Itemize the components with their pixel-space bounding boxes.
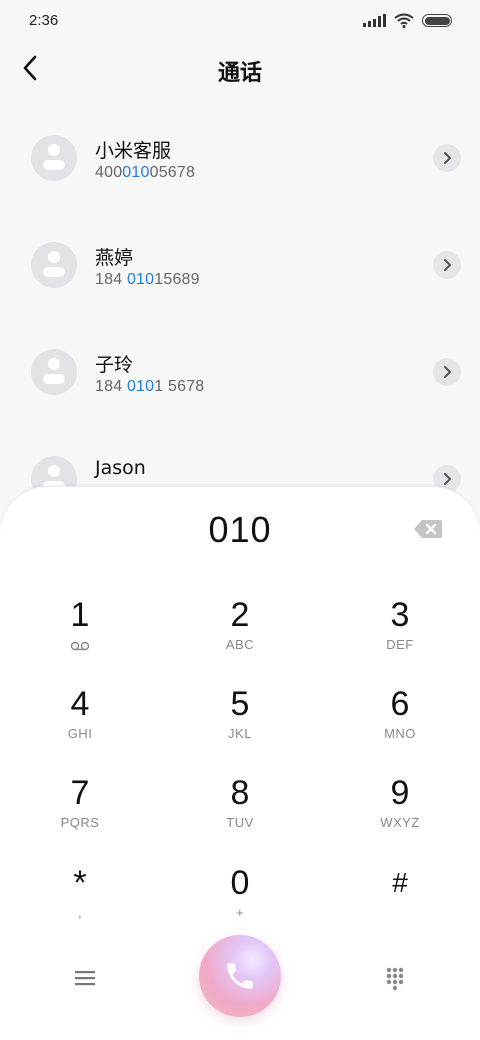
phone-icon bbox=[227, 963, 253, 989]
key-0[interactable]: 0 + bbox=[185, 863, 295, 943]
menu-button[interactable] bbox=[68, 963, 102, 993]
backspace-icon bbox=[414, 520, 442, 538]
contact-name: 子玲 bbox=[95, 354, 134, 376]
number-match: 010 bbox=[126, 378, 155, 395]
avatar bbox=[31, 242, 77, 288]
avatar bbox=[31, 135, 77, 181]
keypad-toggle-button[interactable] bbox=[378, 962, 412, 996]
menu-icon bbox=[75, 971, 95, 986]
key-star[interactable]: * , bbox=[25, 863, 135, 943]
keypad-icon bbox=[386, 967, 404, 991]
wifi-icon bbox=[394, 13, 414, 28]
contact-detail-button[interactable] bbox=[433, 358, 461, 386]
contact-detail-button[interactable] bbox=[433, 144, 461, 172]
dial-input[interactable]: 010 bbox=[0, 509, 480, 551]
contact-detail-button[interactable] bbox=[433, 251, 461, 279]
status-time: 2:36 bbox=[29, 12, 59, 29]
chevron-right-icon bbox=[444, 259, 451, 271]
key-6[interactable]: 6 MNO bbox=[345, 684, 455, 764]
key-7[interactable]: 7 PQRS bbox=[25, 773, 135, 853]
battery-icon bbox=[422, 14, 452, 27]
call-button[interactable] bbox=[199, 935, 281, 1017]
number-match: 010 bbox=[126, 271, 155, 288]
delete-button[interactable] bbox=[413, 519, 443, 539]
number-match: 010 bbox=[122, 164, 150, 181]
contact-name: 小米客服 bbox=[95, 140, 172, 162]
key-3[interactable]: 3 DEF bbox=[345, 595, 455, 675]
voicemail-icon bbox=[70, 641, 90, 651]
signal-icon bbox=[363, 14, 386, 27]
chevron-right-icon bbox=[444, 366, 451, 378]
status-bar: 2:36 bbox=[0, 0, 480, 40]
key-8[interactable]: 8 TUV bbox=[185, 773, 295, 853]
page-title: 通话 bbox=[217, 61, 262, 86]
key-1[interactable]: 1 bbox=[25, 595, 135, 675]
key-2[interactable]: 2 ABC bbox=[185, 595, 295, 675]
contact-number: 40001005678 bbox=[95, 164, 196, 181]
status-icons bbox=[363, 13, 452, 28]
chevron-right-icon bbox=[444, 473, 451, 485]
dialer-bottom-bar bbox=[0, 933, 480, 1023]
key-hash[interactable]: # bbox=[345, 863, 455, 943]
chevron-right-icon bbox=[444, 152, 451, 164]
contact-row[interactable]: 燕婷 184 01015689 bbox=[0, 211, 480, 318]
contact-number: 184 0101 5678 bbox=[95, 378, 205, 395]
contact-name: 燕婷 bbox=[95, 247, 134, 269]
header: 通话 bbox=[0, 44, 480, 94]
contact-list: 小米客服 40001005678 燕婷 184 01015689 子玲 184 … bbox=[0, 104, 480, 532]
key-9[interactable]: 9 WXYZ bbox=[345, 773, 455, 853]
contact-row[interactable]: 小米客服 40001005678 bbox=[0, 104, 480, 211]
key-4[interactable]: 4 GHI bbox=[25, 684, 135, 764]
contact-number: 184 01015689 bbox=[95, 271, 200, 288]
contact-name: Jason bbox=[95, 457, 146, 479]
contact-row[interactable]: 子玲 184 0101 5678 bbox=[0, 318, 480, 425]
key-5[interactable]: 5 JKL bbox=[185, 684, 295, 764]
dialer-panel: 010 1 2 ABC 3 DEF 4 GHI 5 JKL 6 MNO 7 PQ… bbox=[0, 486, 480, 1040]
avatar bbox=[31, 349, 77, 395]
